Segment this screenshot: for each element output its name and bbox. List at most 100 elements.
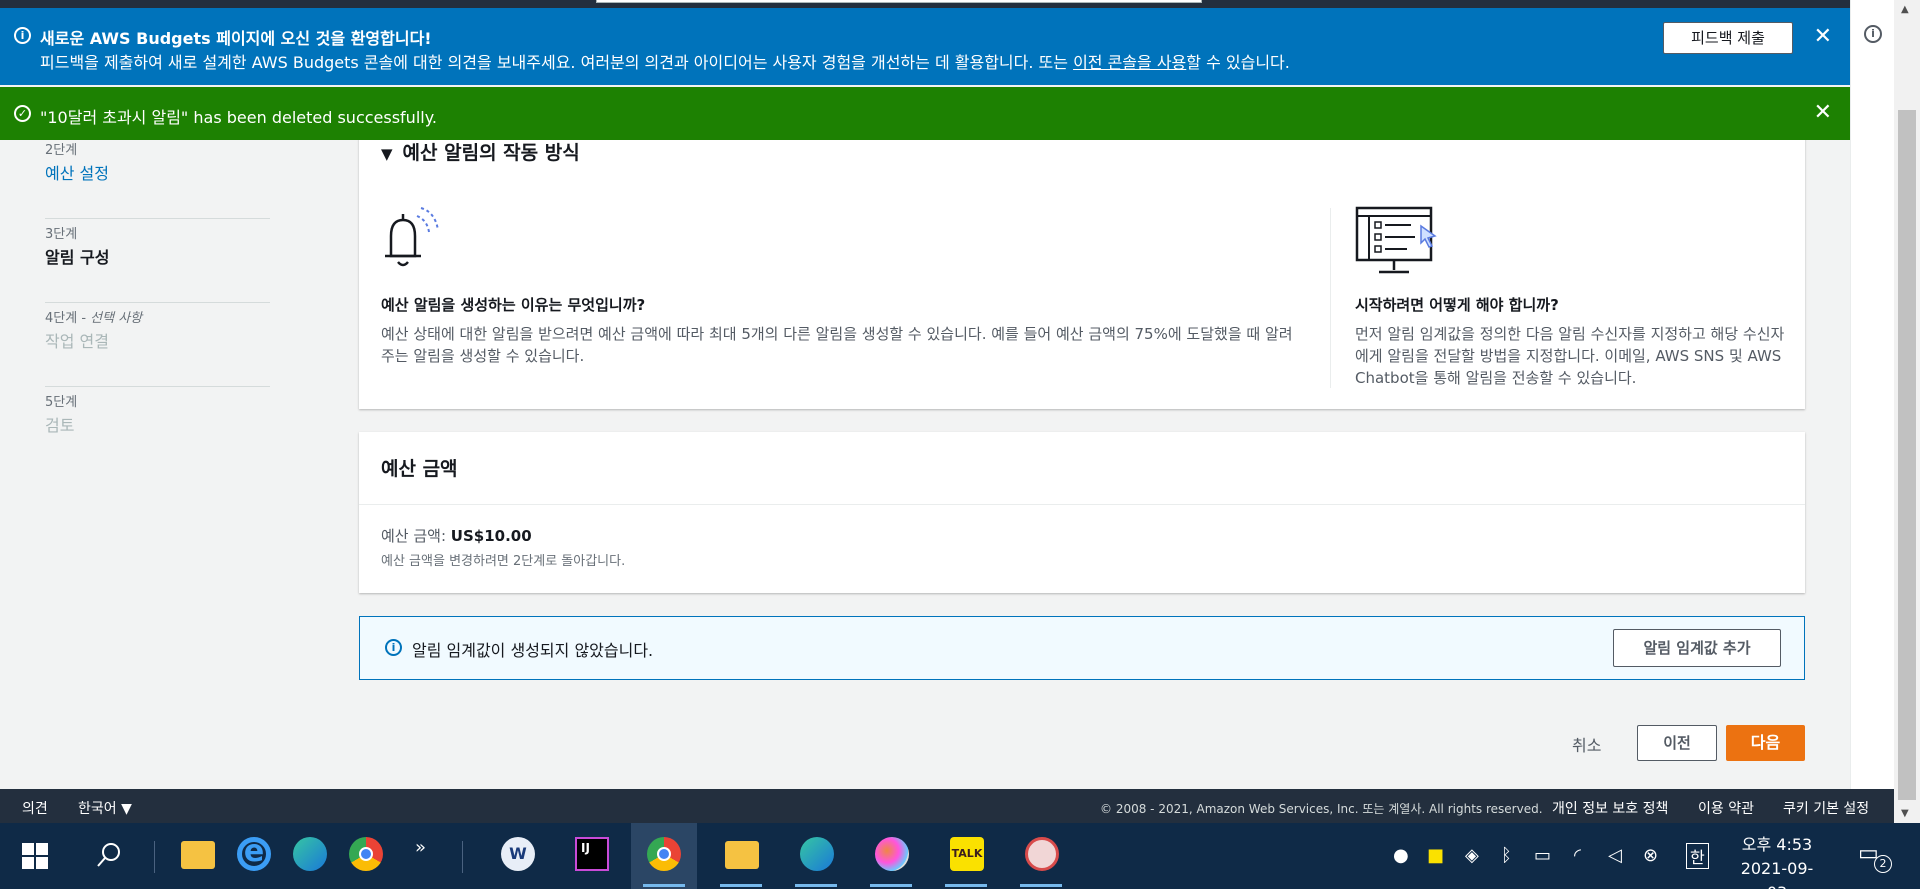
file-explorer-icon[interactable] <box>712 823 770 889</box>
previous-console-link[interactable]: 이전 콘솔을 사용 <box>1073 53 1186 72</box>
close-icon[interactable]: ✕ <box>1814 102 1832 124</box>
why-alerts-column: 예산 알림을 생성하는 이유는 무엇입니까? 예산 상태에 대한 알림을 받으려… <box>381 206 1301 367</box>
info-icon: i <box>385 639 402 656</box>
paint-icon[interactable] <box>862 823 920 889</box>
mute-x-icon[interactable]: ⊗ <box>1643 845 1658 866</box>
previous-button[interactable]: 이전 <box>1637 725 1717 761</box>
running-indicator <box>1020 884 1062 887</box>
scrollbar-thumb[interactable] <box>1898 110 1916 800</box>
submit-feedback-button[interactable]: 피드백 제출 <box>1663 22 1793 54</box>
edge-icon[interactable] <box>787 823 845 889</box>
alert-message: 알림 임계값이 생성되지 않았습니다. <box>412 641 654 660</box>
add-threshold-button[interactable]: 알림 임계값 추가 <box>1613 629 1781 667</box>
step-name: 작업 연결 <box>45 332 109 351</box>
running-indicator <box>945 884 987 887</box>
chrome-icon[interactable] <box>336 823 394 889</box>
no-threshold-alert: i 알림 임계값이 생성되지 않았습니다. 알림 임계값 추가 <box>359 616 1805 680</box>
step-label: 3단계 <box>45 227 78 242</box>
running-indicator <box>870 884 912 887</box>
running-indicator <box>720 884 762 887</box>
get-started-text: 먼저 알림 임계값을 정의한 다음 알림 수신자를 지정하고 해당 수신자에게 … <box>1355 325 1785 387</box>
bluetooth-icon[interactable]: ᛒ <box>1501 845 1512 866</box>
panel-title: 예산 금액 <box>381 458 458 480</box>
feedback-link[interactable]: 의견 <box>22 798 48 818</box>
copyright-text: © 2008 - 2021, Amazon Web Services, Inc.… <box>1100 802 1543 816</box>
get-started-title: 시작하려면 어떻게 해야 합니까? <box>1355 296 1559 314</box>
flash-title: 새로운 AWS Budgets 페이지에 오신 것을 환영합니다! <box>40 29 432 48</box>
check-circle-icon: ✓ <box>14 105 31 122</box>
budget-amount-panel: 예산 금액 예산 금액: US$10.00 예산 금액을 변경하려면 2단계로 … <box>359 432 1805 593</box>
taskbar-clock[interactable]: 오후 4:53 2021-09-03 <box>1732 833 1822 889</box>
page-scrollbar[interactable]: ▲ ▼ <box>1894 0 1920 823</box>
caret-down-icon: ▼ <box>381 145 393 163</box>
internet-explorer-icon[interactable]: e <box>224 823 282 889</box>
snipping-tool-icon[interactable] <box>1012 823 1070 889</box>
flash-body: 피드백을 제출하여 새로 설계한 AWS Budgets 콘솔에 대한 의견을 … <box>40 53 1290 72</box>
wizard-steps-nav: 2단계 예산 설정 3단계 알림 구성 4단계 - 선택 사항 작업 연결 5단… <box>45 135 270 471</box>
language-selector[interactable]: 한국어 ▼ <box>78 798 132 818</box>
top-navigation-bar <box>0 0 1850 8</box>
search-icon[interactable] <box>95 841 123 869</box>
next-button[interactable]: 다음 <box>1726 725 1805 761</box>
why-alerts-text: 예산 상태에 대한 알림을 받으려면 예산 금액에 따라 최대 5개의 다른 알… <box>381 325 1293 365</box>
scroll-up-icon[interactable]: ▲ <box>1901 4 1909 15</box>
kakaotalk-icon[interactable]: TALK <box>937 823 995 889</box>
search-bar[interactable] <box>596 0 1202 3</box>
monitor-list-icon <box>1355 206 1437 274</box>
step-name: 알림 구성 <box>45 248 110 267</box>
ime-indicator[interactable]: 한 <box>1686 843 1709 869</box>
aws-budgets-page: 2단계 예산 설정 3단계 알림 구성 4단계 - 선택 사항 작업 연결 5단… <box>0 0 1850 789</box>
welcome-flash-banner: i 새로운 AWS Budgets 페이지에 오신 것을 환영합니다! 피드백을… <box>0 8 1850 85</box>
column-divider <box>1330 208 1331 388</box>
step-name[interactable]: 예산 설정 <box>45 160 109 184</box>
step-4: 4단계 - 선택 사항 작업 연결 <box>45 303 270 387</box>
budget-amount-value: 예산 금액: US$10.00 <box>381 527 532 545</box>
app-icon-w[interactable]: W <box>488 823 546 889</box>
overflow-chevron-icon[interactable]: » <box>405 823 439 889</box>
flash-message: "10달러 초과시 알림" has been deleted successfu… <box>40 108 437 127</box>
budget-amount-hint: 예산 금액을 변경하려면 2단계로 돌아갑니다. <box>381 554 626 569</box>
divider <box>359 504 1805 505</box>
info-icon: i <box>14 27 31 44</box>
notification-count-badge: 2 <box>1874 855 1892 873</box>
chrome-active-icon[interactable] <box>631 823 697 889</box>
terms-link[interactable]: 이용 약관 <box>1698 798 1754 818</box>
close-icon[interactable]: ✕ <box>1814 26 1832 48</box>
clock-date: 2021-09-03 <box>1740 859 1814 889</box>
windows-start-icon[interactable] <box>22 843 48 869</box>
how-alerts-work-panel: ▼ 예산 알림의 작동 방식 예산 알림을 생성하는 이유는 무엇입니까? 예산 … <box>359 118 1805 409</box>
step-name: 검토 <box>45 416 75 435</box>
expandable-header[interactable]: ▼ 예산 알림의 작동 방식 <box>381 138 580 165</box>
volume-icon[interactable]: ◁ <box>1608 845 1622 866</box>
console-footer: 의견 한국어 ▼ © 2008 - 2021, Amazon Web Servi… <box>0 789 1894 823</box>
step-label: 4단계 - 선택 사항 <box>45 311 143 326</box>
step-label: 5단계 <box>45 395 78 410</box>
running-indicator <box>795 884 837 887</box>
cookie-preferences-link[interactable]: 쿠키 기본 설정 <box>1783 798 1869 818</box>
edge-icon[interactable] <box>280 823 338 889</box>
info-icon[interactable]: i <box>1864 25 1882 43</box>
why-alerts-title: 예산 알림을 생성하는 이유는 무엇입니까? <box>381 296 646 314</box>
delete-success-flash: ✓ "10달러 초과시 알림" has been deleted success… <box>0 87 1850 140</box>
help-panel-toggle: i <box>1850 0 1894 789</box>
wifi-icon[interactable]: ◜ <box>1574 845 1581 866</box>
step-2[interactable]: 2단계 예산 설정 <box>45 135 270 219</box>
scroll-down-icon[interactable]: ▼ <box>1901 808 1909 819</box>
intellij-icon[interactable]: IJ <box>562 823 620 889</box>
privacy-policy-link[interactable]: 개인 정보 보호 정책 <box>1552 798 1668 818</box>
chat-icon[interactable]: ■ <box>1427 845 1444 866</box>
windows-taskbar: e » W IJ TALK ● ■ ◈ ᛒ ▭ ◜ ◁ ⊗ 한 오후 4:53 … <box>0 823 1920 889</box>
taskbar-divider <box>154 841 155 873</box>
active-indicator <box>643 884 685 887</box>
get-started-column: 시작하려면 어떻게 해야 합니까? 먼저 알림 임계값을 정의한 다음 알림 수… <box>1355 206 1785 389</box>
step-3: 3단계 알림 구성 <box>45 219 270 303</box>
shield-icon[interactable]: ◈ <box>1465 845 1479 866</box>
weather-icon[interactable]: ● <box>1393 845 1409 866</box>
clock-time: 오후 4:53 <box>1741 835 1813 854</box>
cancel-button[interactable]: 취소 <box>1572 732 1601 756</box>
notification-icon[interactable]: ▭ 2 <box>1858 841 1892 873</box>
step-5: 5단계 검토 <box>45 387 270 471</box>
file-explorer-icon[interactable] <box>168 823 226 889</box>
battery-icon[interactable]: ▭ <box>1534 845 1551 866</box>
bell-icon <box>385 207 439 267</box>
